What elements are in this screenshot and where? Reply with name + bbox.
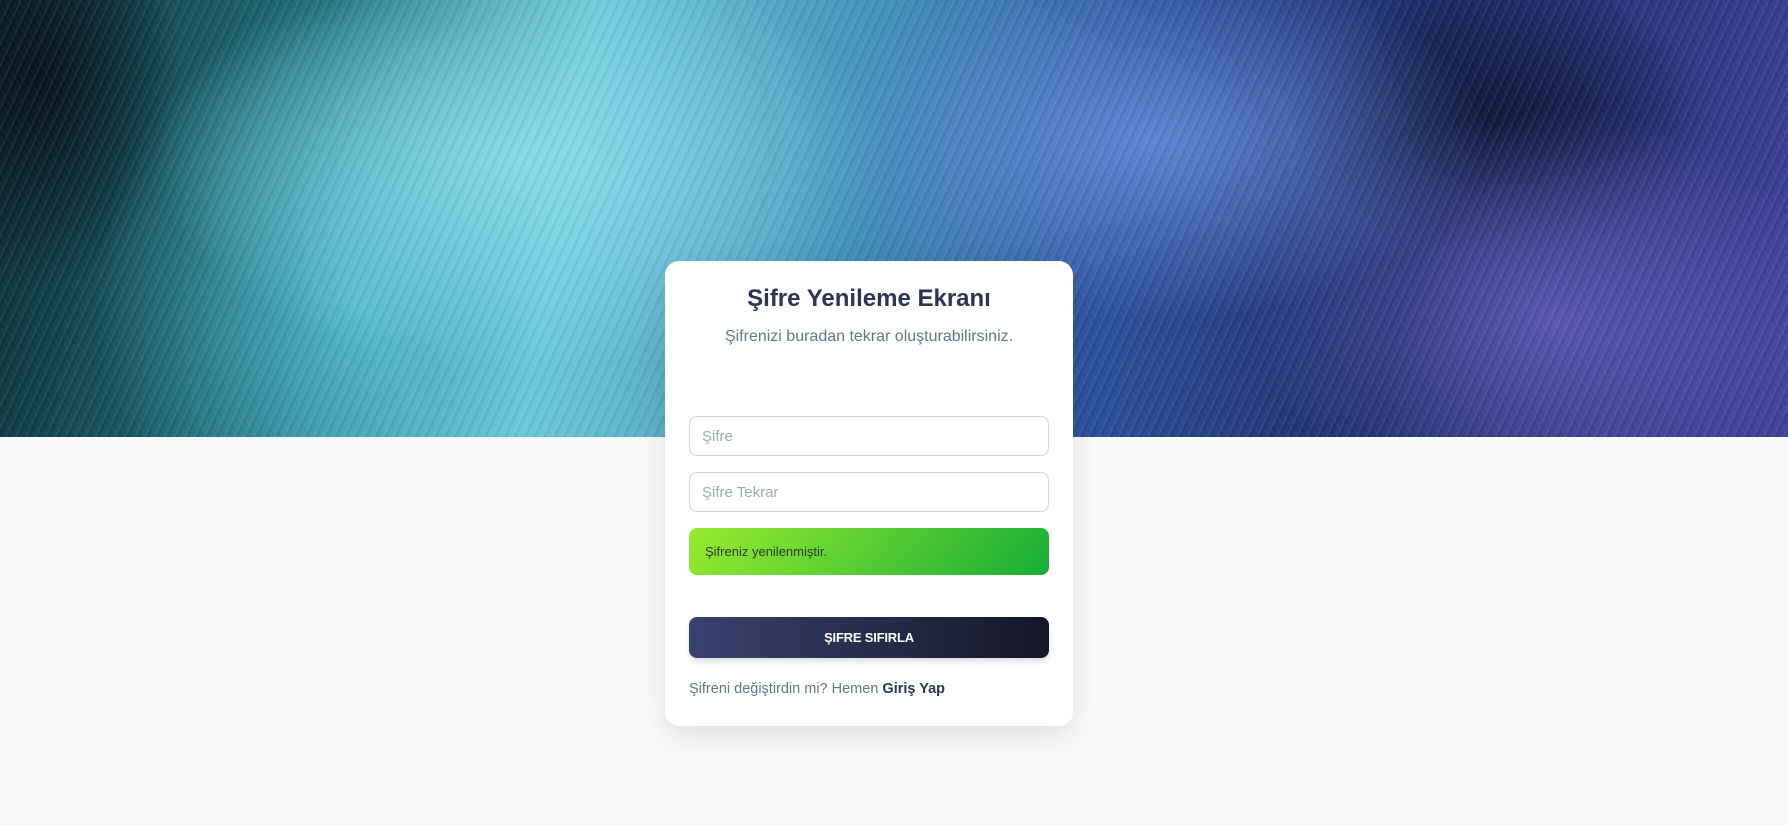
password-reset-card: Şifre Yenileme Ekranı Şifrenizi buradan … xyxy=(665,261,1073,726)
login-prompt: Şifreni değiştirdin mi? Hemen Giriş Yap xyxy=(689,681,945,697)
success-alert: Şifreniz yenilenmiştir. xyxy=(689,528,1049,575)
password-repeat-input[interactable] xyxy=(689,472,1049,512)
card-subtitle: Şifrenizi buradan tekrar oluşturabilirsi… xyxy=(724,328,1014,345)
login-link[interactable]: Giriş Yap xyxy=(882,681,945,697)
login-prompt-text: Şifreni değiştirdin mi? Hemen xyxy=(689,681,883,697)
password-input[interactable] xyxy=(689,416,1049,456)
card-title: Şifre Yenileme Ekranı xyxy=(747,285,991,312)
success-alert-message: Şifreniz yenilenmiştir. xyxy=(705,544,828,559)
reset-password-button[interactable]: ŞIFRE SIFIRLA xyxy=(689,617,1049,658)
